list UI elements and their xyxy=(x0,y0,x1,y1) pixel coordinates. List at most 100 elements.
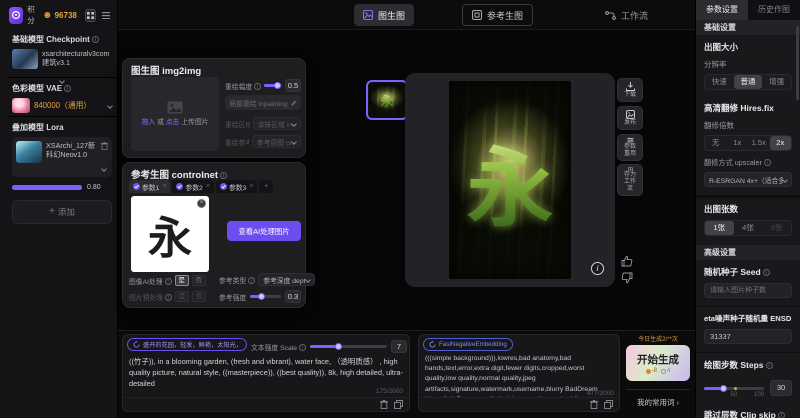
inpaint-ref-value: 参考原图 or xyxy=(257,137,292,147)
cfg-scale-slider[interactable] xyxy=(310,345,387,348)
close-icon[interactable]: × xyxy=(206,183,210,190)
inpaint-label: 局部重绘 inpainting xyxy=(229,98,287,108)
count-4[interactable]: 4张 xyxy=(734,221,763,235)
tab-history[interactable]: 历史作图 xyxy=(748,0,800,20)
chevron-down-icon xyxy=(305,277,311,283)
save-workflow-button[interactable]: 存为工作流 xyxy=(617,164,643,196)
positive-prompt-text[interactable]: ((竹子)), in a blooming garden, (fresh and… xyxy=(129,356,405,394)
upload-suffix-label: 上传图片 xyxy=(181,119,208,126)
trash-icon[interactable] xyxy=(101,142,108,150)
ref-strength-value[interactable]: 0.3 xyxy=(285,290,301,303)
list-view-button[interactable] xyxy=(100,9,111,22)
trash-icon[interactable] xyxy=(380,400,388,409)
resolution-normal[interactable]: 普通 xyxy=(734,75,763,89)
controlnet-tab-3[interactable]: 参数3× xyxy=(216,180,257,193)
controlnet-tab-1[interactable]: 参数1× xyxy=(129,180,170,193)
denoise-value[interactable]: 0.5 xyxy=(285,79,301,92)
info-icon xyxy=(248,277,255,284)
lora-weight-slider[interactable] xyxy=(12,185,82,190)
steps-value[interactable]: 30 xyxy=(770,380,792,396)
inpaint-button[interactable]: 局部重绘 inpainting xyxy=(225,95,301,110)
close-icon[interactable]: × xyxy=(249,183,253,190)
info-icon xyxy=(778,412,785,418)
plus-icon: + xyxy=(49,207,55,217)
negative-chip-text: FastNegativeEmbedding xyxy=(439,341,507,348)
translation-chip[interactable]: 盛开的花园，轻发，鲜艳，太阳光，肖像，杰作，最佳质量 xyxy=(127,338,247,351)
negative-prompt-box: FastNegativeEmbedding (((simple backgrou… xyxy=(418,334,620,412)
resolution-enhanced[interactable]: 增强 xyxy=(762,75,791,89)
result-thumbnail-selected[interactable]: 永 xyxy=(366,80,408,120)
checkpoint-selector[interactable]: xsarchitecturalv3com建筑v3.1 xyxy=(12,49,112,69)
generate-button[interactable]: 开始生成 -8 4 xyxy=(626,345,690,381)
cfg-scale-value[interactable]: 7 xyxy=(391,340,407,353)
left-sidebar: 积分 96738 基础模型 Checkpoint xsarchitectural… xyxy=(0,0,118,418)
view-processed-button[interactable]: 查看AI处理图片 xyxy=(227,221,301,241)
trash-icon[interactable] xyxy=(590,400,598,409)
resolution-fast[interactable]: 快速 xyxy=(705,75,734,89)
reuse-params-button[interactable]: 参数重用 xyxy=(617,134,643,161)
params-tabs: 参数设置 历史作图 xyxy=(696,0,800,20)
ref-type-select[interactable]: 参考深度 dept xyxy=(258,273,314,286)
inpaint-ref-select[interactable]: 参考原图 or xyxy=(252,135,301,148)
nav-tab-ref-gen[interactable]: 参考生图 xyxy=(462,4,533,26)
thumbs-up-icon[interactable] xyxy=(621,255,633,267)
favorite-prompts-link[interactable]: 我的常用词 › xyxy=(626,397,690,408)
sliders-icon xyxy=(626,137,635,143)
image-settings-icon[interactable]: × xyxy=(197,199,206,208)
nav-tab-workflow[interactable]: 工作流 xyxy=(596,4,657,26)
image-info-button[interactable]: i xyxy=(591,262,604,275)
copy-icon[interactable] xyxy=(394,400,403,409)
controlnet-reference-image[interactable]: 永 × xyxy=(131,196,209,272)
seed-input[interactable] xyxy=(704,283,792,298)
factor-1-5x[interactable]: 1.5x xyxy=(748,136,770,150)
clip-skip-label: 跳过层数 Clip skip xyxy=(704,409,792,418)
denoise-slider[interactable] xyxy=(264,84,282,87)
coin-icon xyxy=(646,369,651,374)
preprocess-yes[interactable]: 是 xyxy=(175,291,189,302)
ai-process-no[interactable]: 否 xyxy=(192,275,206,286)
add-lora-button[interactable]: + 添加 xyxy=(12,200,112,224)
app-logo[interactable] xyxy=(9,7,23,24)
chevron-down-icon xyxy=(291,121,297,127)
resolution-label: 分辨率 xyxy=(704,59,792,70)
nav-tab-img2img[interactable]: 图生图 xyxy=(354,4,414,26)
ensd-input[interactable] xyxy=(704,329,792,344)
grid-view-button[interactable] xyxy=(85,9,96,22)
factor-2x[interactable]: 2x xyxy=(770,136,792,150)
negative-embedding-chip[interactable]: FastNegativeEmbedding xyxy=(423,338,513,351)
ai-process-yes[interactable]: 是 xyxy=(175,275,189,286)
factor-none[interactable]: 无 xyxy=(705,136,727,150)
check-circle-icon xyxy=(133,183,140,190)
close-icon[interactable]: × xyxy=(162,183,166,190)
copy-icon[interactable] xyxy=(604,400,613,409)
thumbs-down-icon[interactable] xyxy=(621,272,633,284)
upload-dropzone[interactable]: 拖入 或 点击 上传图片 xyxy=(131,77,219,151)
image-icon xyxy=(363,10,373,20)
count-1[interactable]: 1张 xyxy=(705,221,734,235)
img2img-panel: 图生图 img2img 拖入 或 点击 上传图片 重绘幅度 0.5 局部重绘 i… xyxy=(122,58,306,158)
preprocess-no[interactable]: 否 xyxy=(192,291,206,302)
sidebar-scrollbar[interactable] xyxy=(796,26,799,100)
checkpoint-name: xsarchitecturalv3com建筑v3.1 xyxy=(42,49,112,67)
controlnet-tab-add[interactable]: + xyxy=(259,180,273,193)
upscaler-select[interactable]: R-ESRGAN 4x+（适合多种风 xyxy=(704,172,792,187)
publish-button[interactable]: 发布 xyxy=(617,106,643,130)
preview-card: 永 i xyxy=(405,73,615,287)
steps-slider[interactable] xyxy=(704,387,764,390)
vae-selector[interactable]: 840000（通用） xyxy=(12,98,112,113)
chevron-down-icon[interactable] xyxy=(101,166,107,172)
count-9[interactable]: 9张 xyxy=(762,221,791,235)
inpaint-region-value: 涂抹区域 in xyxy=(258,119,292,129)
controlnet-tab-2[interactable]: 参数2× xyxy=(172,180,213,193)
lora-thumbnail xyxy=(16,141,42,163)
download-button[interactable]: 下载 xyxy=(617,78,643,102)
grid-icon xyxy=(87,12,94,19)
ref-strength-slider[interactable] xyxy=(250,295,281,298)
top-bar: 图生图 参考生图 工作流 xyxy=(118,0,695,30)
factor-1x[interactable]: 1x xyxy=(727,136,749,150)
vae-section-title: 色彩模型 VAE xyxy=(12,83,112,94)
lora-card[interactable]: XSArchi_127新科幻Neov1.0 xyxy=(12,137,112,177)
inpaint-region-select[interactable]: 涂抹区域 in xyxy=(253,117,301,130)
generated-image[interactable]: 永 xyxy=(449,81,571,279)
tab-params[interactable]: 参数设置 xyxy=(696,0,748,20)
